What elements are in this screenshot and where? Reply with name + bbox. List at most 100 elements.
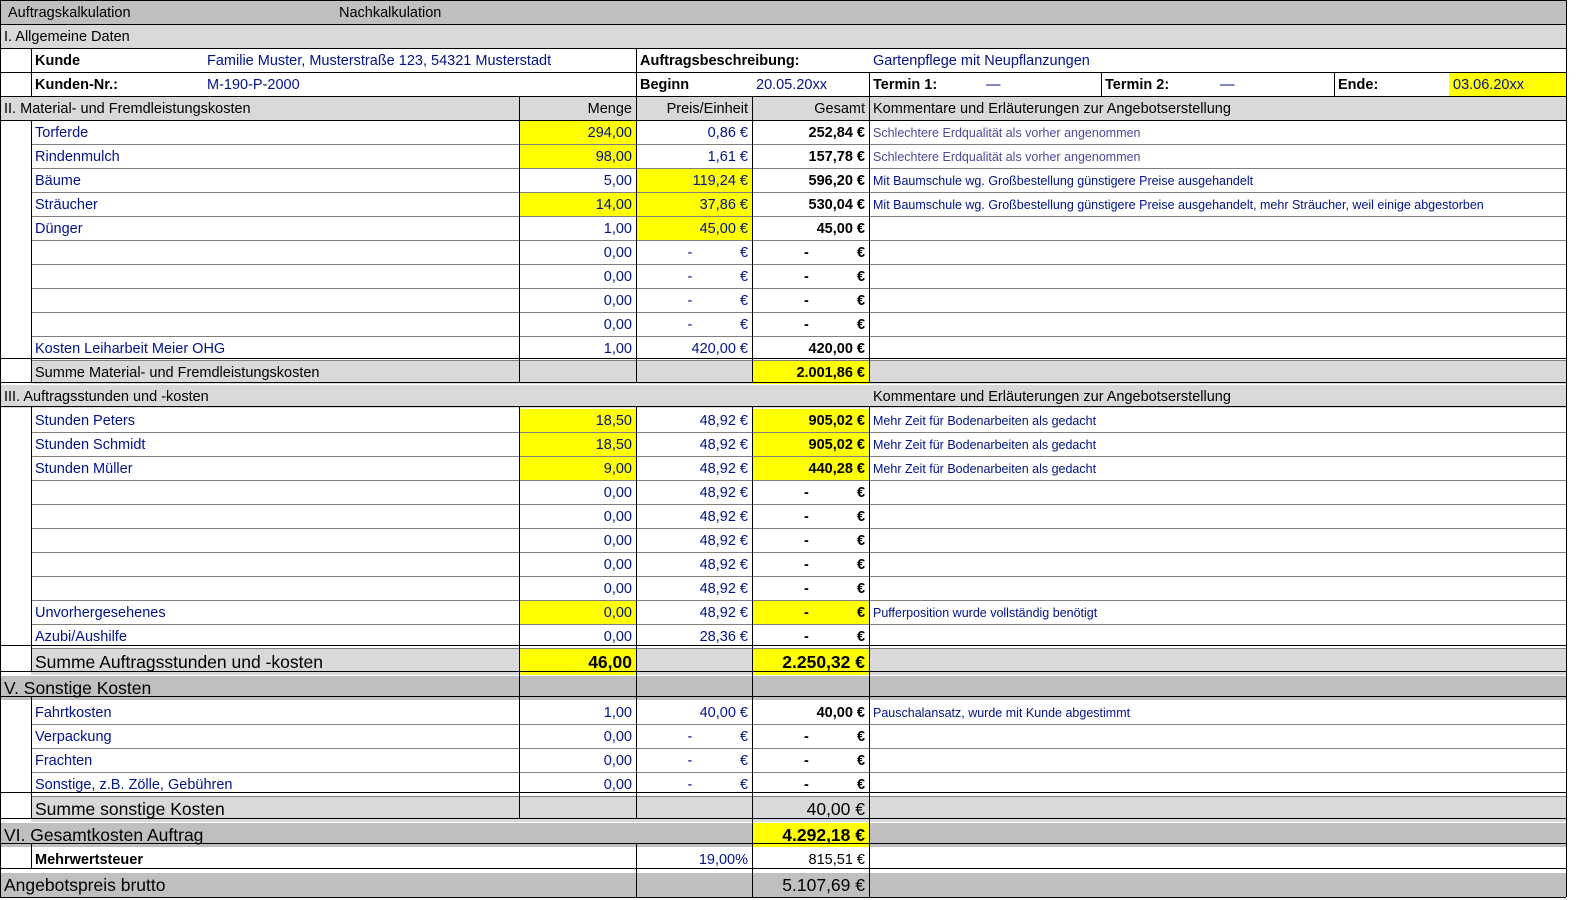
item-comment[interactable]: Schlechtere Erdqualität als vorher angen… bbox=[869, 121, 1566, 144]
item-name[interactable] bbox=[31, 313, 519, 336]
other-cost-comment[interactable] bbox=[869, 725, 1566, 748]
hours-preis[interactable]: 48,92 € bbox=[636, 433, 752, 456]
hours-menge[interactable]: 18,50 bbox=[519, 409, 636, 432]
hours-menge[interactable]: 9,00 bbox=[519, 457, 636, 480]
hours-name[interactable] bbox=[31, 577, 519, 600]
item-name[interactable]: Dünger bbox=[31, 217, 519, 240]
hours-gesamt[interactable]: 440,28 € bbox=[752, 457, 869, 480]
hours-name[interactable] bbox=[31, 529, 519, 552]
item-menge[interactable]: 1,00 bbox=[519, 337, 636, 360]
hours-comment[interactable]: Pufferposition wurde vollständig benötig… bbox=[869, 601, 1566, 624]
hours-name[interactable]: Stunden Schmidt bbox=[31, 433, 519, 456]
other-cost-gesamt[interactable]: - € bbox=[752, 749, 869, 772]
hours-name[interactable]: Unvorhergesehenes bbox=[31, 601, 519, 624]
other-cost-preis[interactable]: - € bbox=[636, 749, 752, 772]
ende-value[interactable]: 03.06.20xx bbox=[1449, 73, 1566, 96]
item-gesamt[interactable]: 252,84 € bbox=[752, 121, 869, 144]
other-cost-name[interactable]: Frachten bbox=[31, 749, 519, 772]
other-cost-gesamt[interactable]: 40,00 € bbox=[752, 701, 869, 724]
item-comment[interactable] bbox=[869, 313, 1566, 336]
item-preis[interactable]: - € bbox=[636, 313, 752, 336]
hours-comment[interactable] bbox=[869, 553, 1566, 576]
other-cost-preis[interactable]: - € bbox=[636, 725, 752, 748]
item-menge[interactable]: 1,00 bbox=[519, 217, 636, 240]
hours-comment[interactable]: Mehr Zeit für Bodenarbeiten als gedacht bbox=[869, 433, 1566, 456]
item-name[interactable]: Sträucher bbox=[31, 193, 519, 216]
auftrag-value[interactable]: Gartenpflege mit Neupflanzungen bbox=[869, 49, 1369, 72]
item-gesamt[interactable]: - € bbox=[752, 265, 869, 288]
termin1-value[interactable]: — bbox=[982, 73, 1082, 96]
hours-preis[interactable]: 48,92 € bbox=[636, 409, 752, 432]
item-name[interactable]: Torferde bbox=[31, 121, 519, 144]
hours-comment[interactable] bbox=[869, 505, 1566, 528]
beginn-value[interactable]: 20.05.20xx bbox=[752, 73, 868, 96]
hours-comment[interactable] bbox=[869, 481, 1566, 504]
item-comment[interactable] bbox=[869, 265, 1566, 288]
kunde-value[interactable]: Familie Muster, Musterstraße 123, 54321 … bbox=[203, 49, 633, 72]
hours-menge[interactable]: 0,00 bbox=[519, 601, 636, 624]
other-cost-comment[interactable] bbox=[869, 749, 1566, 772]
item-gesamt[interactable]: 420,00 € bbox=[752, 337, 869, 360]
other-cost-menge[interactable]: 0,00 bbox=[519, 749, 636, 772]
hours-gesamt[interactable]: - € bbox=[752, 577, 869, 600]
hours-menge[interactable]: 0,00 bbox=[519, 553, 636, 576]
item-comment[interactable]: Mit Baumschule wg. Großbestellung günsti… bbox=[869, 169, 1566, 192]
item-preis[interactable]: 420,00 € bbox=[636, 337, 752, 360]
hours-comment[interactable] bbox=[869, 529, 1566, 552]
item-preis[interactable]: 119,24 € bbox=[636, 169, 752, 192]
item-name[interactable]: Bäume bbox=[31, 169, 519, 192]
hours-preis[interactable]: 48,92 € bbox=[636, 481, 752, 504]
hours-preis[interactable]: 48,92 € bbox=[636, 577, 752, 600]
item-name[interactable]: Rindenmulch bbox=[31, 145, 519, 168]
item-name[interactable]: Kosten Leiharbeit Meier OHG bbox=[31, 337, 519, 360]
item-gesamt[interactable]: 157,78 € bbox=[752, 145, 869, 168]
hours-name[interactable]: Stunden Müller bbox=[31, 457, 519, 480]
item-preis[interactable]: 1,61 € bbox=[636, 145, 752, 168]
hours-name[interactable] bbox=[31, 505, 519, 528]
item-menge[interactable]: 98,00 bbox=[519, 145, 636, 168]
hours-menge[interactable]: 18,50 bbox=[519, 433, 636, 456]
hours-menge[interactable]: 0,00 bbox=[519, 481, 636, 504]
item-name[interactable] bbox=[31, 241, 519, 264]
other-cost-gesamt[interactable]: - € bbox=[752, 725, 869, 748]
item-preis[interactable]: - € bbox=[636, 265, 752, 288]
item-name[interactable] bbox=[31, 265, 519, 288]
item-preis[interactable]: - € bbox=[636, 241, 752, 264]
hours-name[interactable] bbox=[31, 481, 519, 504]
other-cost-preis[interactable]: 40,00 € bbox=[636, 701, 752, 724]
hours-comment[interactable]: Mehr Zeit für Bodenarbeiten als gedacht bbox=[869, 409, 1566, 432]
item-menge[interactable]: 294,00 bbox=[519, 121, 636, 144]
item-preis[interactable]: 45,00 € bbox=[636, 217, 752, 240]
item-preis[interactable]: 0,86 € bbox=[636, 121, 752, 144]
hours-name[interactable] bbox=[31, 553, 519, 576]
item-comment[interactable]: Mit Baumschule wg. Großbestellung günsti… bbox=[869, 193, 1566, 216]
item-gesamt[interactable]: 45,00 € bbox=[752, 217, 869, 240]
item-preis[interactable]: - € bbox=[636, 289, 752, 312]
item-comment[interactable] bbox=[869, 241, 1566, 264]
item-menge[interactable]: 0,00 bbox=[519, 289, 636, 312]
hours-name[interactable]: Stunden Peters bbox=[31, 409, 519, 432]
hours-gesamt[interactable]: - € bbox=[752, 505, 869, 528]
other-cost-menge[interactable]: 0,00 bbox=[519, 725, 636, 748]
item-comment[interactable]: Schlechtere Erdqualität als vorher angen… bbox=[869, 145, 1566, 168]
item-name[interactable] bbox=[31, 289, 519, 312]
item-menge[interactable]: 5,00 bbox=[519, 169, 636, 192]
other-cost-name[interactable]: Verpackung bbox=[31, 725, 519, 748]
item-menge[interactable]: 0,00 bbox=[519, 313, 636, 336]
hours-gesamt[interactable]: 905,02 € bbox=[752, 409, 869, 432]
other-cost-name[interactable]: Fahrtkosten bbox=[31, 701, 519, 724]
item-gesamt[interactable]: - € bbox=[752, 241, 869, 264]
hours-menge[interactable]: 0,00 bbox=[519, 505, 636, 528]
item-gesamt[interactable]: 530,04 € bbox=[752, 193, 869, 216]
item-gesamt[interactable]: - € bbox=[752, 289, 869, 312]
item-comment[interactable] bbox=[869, 217, 1566, 240]
item-comment[interactable] bbox=[869, 289, 1566, 312]
hours-gesamt[interactable]: - € bbox=[752, 529, 869, 552]
hours-comment[interactable]: Mehr Zeit für Bodenarbeiten als gedacht bbox=[869, 457, 1566, 480]
hours-menge[interactable]: 0,00 bbox=[519, 529, 636, 552]
item-gesamt[interactable]: 596,20 € bbox=[752, 169, 869, 192]
hours-comment[interactable] bbox=[869, 577, 1566, 600]
item-preis[interactable]: 37,86 € bbox=[636, 193, 752, 216]
hours-preis[interactable]: 48,92 € bbox=[636, 601, 752, 624]
kundennr-value[interactable]: M-190-P-2000 bbox=[203, 73, 503, 96]
